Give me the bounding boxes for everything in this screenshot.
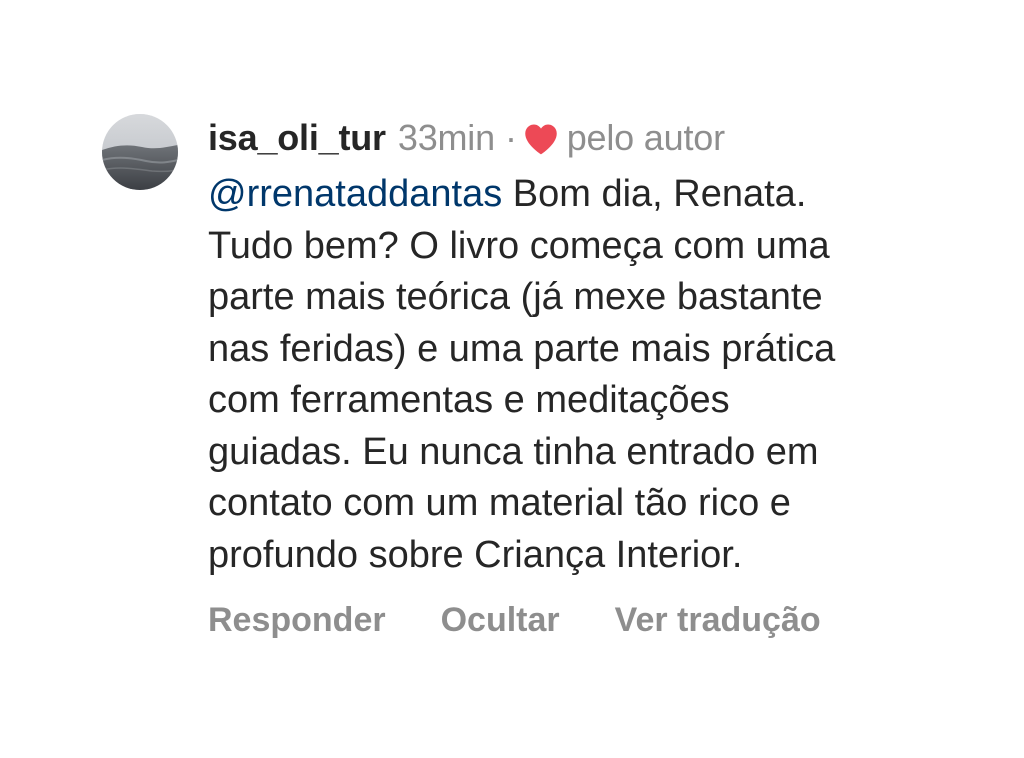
liked-by-author-label: pelo autor [566,117,725,158]
hide-button[interactable]: Ocultar [441,601,560,640]
reply-button[interactable]: Responder [208,601,386,640]
comment-line: nas feridas) e uma parte mais prática [208,327,836,370]
comment-actions: Responder Ocultar Ver tradução [208,601,998,640]
comment-line: parte mais teórica (já mexe bastante [208,276,823,318]
comment-text: Bom dia, Renata. [502,173,807,215]
comment-line: profundo sobre Criança Interior. [208,533,743,576]
heart-icon [523,122,559,156]
comment: isa_oli_tur 33min · pelo autor @rrenatad… [208,112,998,640]
comment-line: com ferramentas e meditações [208,379,730,421]
avatar-photo [102,114,178,190]
comment-username[interactable]: isa_oli_tur [208,117,386,159]
see-translation-button[interactable]: Ver tradução [615,601,821,640]
comment-body: @rrenataddantas Bom dia, Renata. Tudo be… [208,169,998,581]
avatar[interactable] [102,114,178,190]
comment-line: Tudo bem? O livro começa com uma [208,224,830,267]
comment-screen: isa_oli_tur 33min · pelo autor @rrenatad… [0,0,1024,758]
comment-meta: isa_oli_tur 33min · pelo autor [208,112,998,164]
meta-separator: · [504,117,517,158]
comment-line: contato com um material tão rico e [208,482,791,524]
comment-line: @rrenataddantas Bom dia, Renata. [208,169,998,221]
comment-line: guiadas. Eu nunca tinha entrado em [208,430,819,473]
comment-time: 33min [397,117,495,158]
mention-link[interactable]: @rrenataddantas [208,173,502,215]
